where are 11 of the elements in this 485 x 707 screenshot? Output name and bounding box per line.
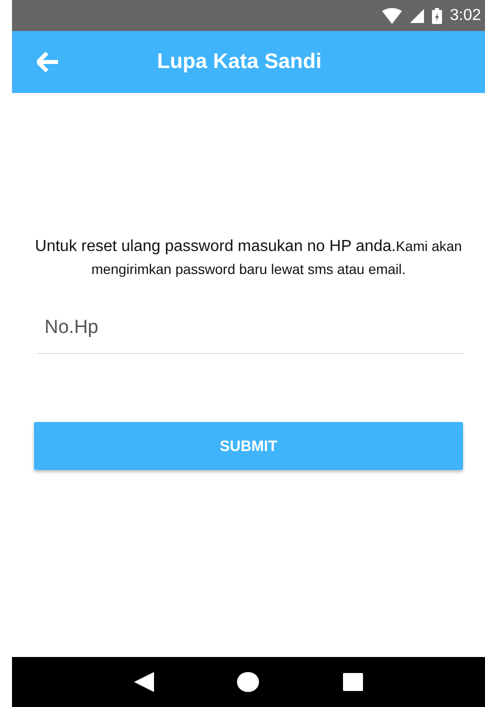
instruction-text: Untuk reset ulang password masukan no HP anda.Kami akan mengirimkan password baru lewat sms atau email. (34, 237, 463, 279)
submit-button[interactable]: SUBMIT (34, 422, 463, 470)
back-triangle-icon[interactable] (134, 672, 154, 692)
screen-title: Lupa Kata Sandi (157, 50, 322, 74)
arrow-left-icon (37, 52, 59, 72)
status-time: 3:02 (450, 6, 481, 24)
home-circle-icon[interactable] (237, 672, 260, 692)
signal-icon (410, 8, 424, 22)
wifi-icon (382, 8, 402, 24)
battery-icon (432, 8, 442, 24)
overview-square-icon[interactable] (343, 673, 364, 691)
